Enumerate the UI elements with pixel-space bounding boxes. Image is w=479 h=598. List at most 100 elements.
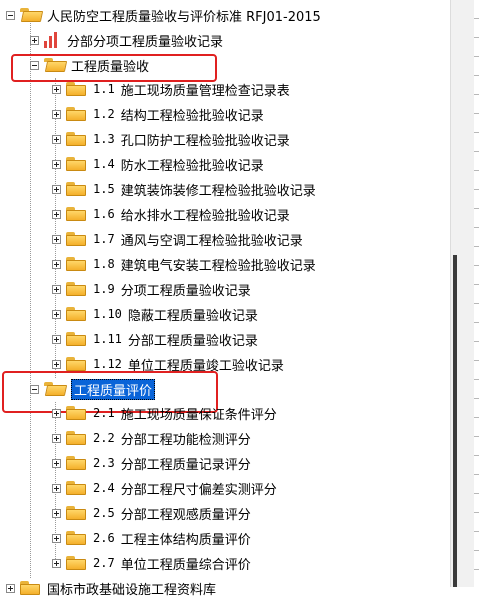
folder-icon [65, 455, 87, 471]
node-number: 1.6 [93, 207, 115, 221]
tree-view[interactable]: 人民防空工程质量验收与评价标准 RFJ01-2015 分部分项工程质量验收记录 … [0, 0, 450, 598]
expand-icon[interactable] [52, 458, 61, 468]
expand-icon[interactable] [52, 558, 61, 568]
folder-icon [65, 480, 87, 496]
tree-node-label: 孔口防护工程检验批验收记录 [120, 133, 290, 149]
tree-node-label: 单位工程质量竣工验收记录 [127, 358, 284, 374]
expand-icon[interactable] [52, 533, 61, 543]
bar-chart-icon [43, 32, 59, 48]
node-number: 2.2 [93, 431, 115, 445]
tree-node-label: 分部分项工程质量验收记录 [67, 34, 224, 50]
expand-icon[interactable] [52, 209, 61, 219]
tree-node-label: 建筑装饰装修工程检验批验收记录 [120, 183, 316, 199]
folder-icon [65, 156, 87, 172]
tree-node-label: 单位工程质量综合评价 [120, 557, 251, 573]
expand-icon[interactable] [52, 234, 61, 244]
tree-node-record[interactable]: 分部分项工程质量验收记录 [30, 30, 223, 50]
tree-node-2-4[interactable]: 2.4 分部工程尺寸偏差实测评分 [52, 478, 277, 498]
tree-node-label: 国标市政基础设施工程资料库 [47, 582, 217, 598]
node-number: 1.3 [93, 132, 115, 146]
tree-node-label: 工程主体结构质量评价 [120, 532, 251, 548]
folder-icon [65, 405, 87, 421]
tree-node-2-2[interactable]: 2.2 分部工程功能检测评分 [52, 428, 251, 448]
node-number: 1.2 [93, 107, 115, 121]
collapse-icon[interactable] [6, 10, 15, 20]
folder-icon [65, 106, 87, 122]
tree-node-1-1[interactable]: 1.1 施工现场质量管理检查记录表 [52, 79, 290, 99]
expand-icon[interactable] [52, 84, 61, 94]
expand-icon[interactable] [52, 433, 61, 443]
node-number: 1.5 [93, 182, 115, 196]
tree-node-label: 施工现场质量保证条件评分 [120, 407, 277, 423]
expand-icon[interactable] [52, 334, 61, 344]
expand-icon[interactable] [52, 134, 61, 144]
tree-node-label: 分部工程功能检测评分 [120, 432, 251, 448]
tree-node-2-6[interactable]: 2.6 工程主体结构质量评价 [52, 528, 251, 548]
tree-node-1-9[interactable]: 1.9 分项工程质量验收记录 [52, 279, 251, 299]
tree-node-evaluation[interactable]: 工程质量评价 [30, 378, 156, 400]
expand-icon[interactable] [6, 583, 15, 593]
folder-open-icon [19, 7, 44, 23]
tree-node-label: 分部工程尺寸偏差实测评分 [120, 482, 277, 498]
expand-icon[interactable] [52, 483, 61, 493]
expand-icon[interactable] [52, 259, 61, 269]
tree-node-1-4[interactable]: 1.4 防水工程检验批验收记录 [52, 154, 264, 174]
tree-node-1-10[interactable]: 1.10 隐蔽工程质量验收记录 [52, 304, 258, 324]
tree-node-1-2[interactable]: 1.2 结构工程检验批验收记录 [52, 104, 264, 124]
tree-node-2-5[interactable]: 2.5 分部工程观感质量评分 [52, 503, 251, 523]
node-number: 1.11 [93, 332, 122, 346]
tree-node-1-11[interactable]: 1.11 分部工程质量验收记录 [52, 329, 258, 349]
tree-node-1-5[interactable]: 1.5 建筑装饰装修工程检验批验收记录 [52, 179, 316, 199]
tree-node-label: 分项工程质量验收记录 [120, 283, 251, 299]
node-number: 2.6 [93, 531, 115, 545]
folder-icon [65, 81, 87, 97]
folder-icon [65, 430, 87, 446]
tree-node-2-1[interactable]: 2.1 施工现场质量保证条件评分 [52, 403, 277, 423]
expand-icon[interactable] [52, 359, 61, 369]
folder-icon [65, 356, 87, 372]
scrollbar-thumb[interactable] [453, 255, 457, 587]
collapse-icon[interactable] [30, 384, 39, 394]
tree-node-1-8[interactable]: 1.8 建筑电气安装工程检验批验收记录 [52, 254, 316, 274]
node-number: 1.1 [93, 82, 115, 96]
folder-icon [65, 530, 87, 546]
node-number: 1.7 [93, 232, 115, 246]
tree-node-label: 分部工程质量记录评分 [120, 457, 251, 473]
collapse-icon[interactable] [30, 60, 39, 70]
expand-icon[interactable] [52, 309, 61, 319]
folder-icon [65, 281, 87, 297]
folder-icon [65, 206, 87, 222]
node-number: 1.10 [93, 307, 122, 321]
tree-node-label: 施工现场质量管理检查记录表 [120, 83, 290, 99]
node-number: 2.3 [93, 456, 115, 470]
expand-icon[interactable] [52, 159, 61, 169]
node-number: 1.4 [93, 157, 115, 171]
tree-node-1-7[interactable]: 1.7 通风与空调工程检验批验收记录 [52, 229, 303, 249]
node-number: 2.7 [93, 556, 115, 570]
folder-icon [65, 306, 87, 322]
tree-node-label-selected: 工程质量评价 [71, 378, 156, 400]
expand-icon[interactable] [52, 109, 61, 119]
tree-node-label: 给水排水工程检验批验收记录 [120, 208, 290, 224]
expand-icon[interactable] [52, 184, 61, 194]
tree-node-1-6[interactable]: 1.6 给水排水工程检验批验收记录 [52, 204, 290, 224]
node-number: 1.8 [93, 257, 115, 271]
folder-icon [65, 505, 87, 521]
tree-node-acceptance[interactable]: 工程质量验收 [30, 55, 149, 75]
tree-node-1-12[interactable]: 1.12 单位工程质量竣工验收记录 [52, 354, 284, 374]
tree-node-2-3[interactable]: 2.3 分部工程质量记录评分 [52, 453, 251, 473]
expand-icon[interactable] [52, 408, 61, 418]
adjacent-grid-edge [474, 0, 479, 587]
expand-icon[interactable] [52, 508, 61, 518]
tree-node-1-3[interactable]: 1.3 孔口防护工程检验批验收记录 [52, 129, 290, 149]
tree-node-label: 分部工程质量验收记录 [127, 333, 258, 349]
tree-node-root[interactable]: 人民防空工程质量验收与评价标准 RFJ01-2015 [6, 5, 321, 25]
node-number: 1.9 [93, 282, 115, 296]
tree-node-next-root[interactable]: 国标市政基础设施工程资料库 [6, 578, 216, 598]
tree-node-2-7[interactable]: 2.7 单位工程质量综合评价 [52, 553, 251, 573]
folder-icon [65, 256, 87, 272]
tree-node-label: 防水工程检验批验收记录 [120, 158, 264, 174]
folder-icon [65, 181, 87, 197]
expand-icon[interactable] [52, 284, 61, 294]
expand-icon[interactable] [30, 35, 39, 45]
